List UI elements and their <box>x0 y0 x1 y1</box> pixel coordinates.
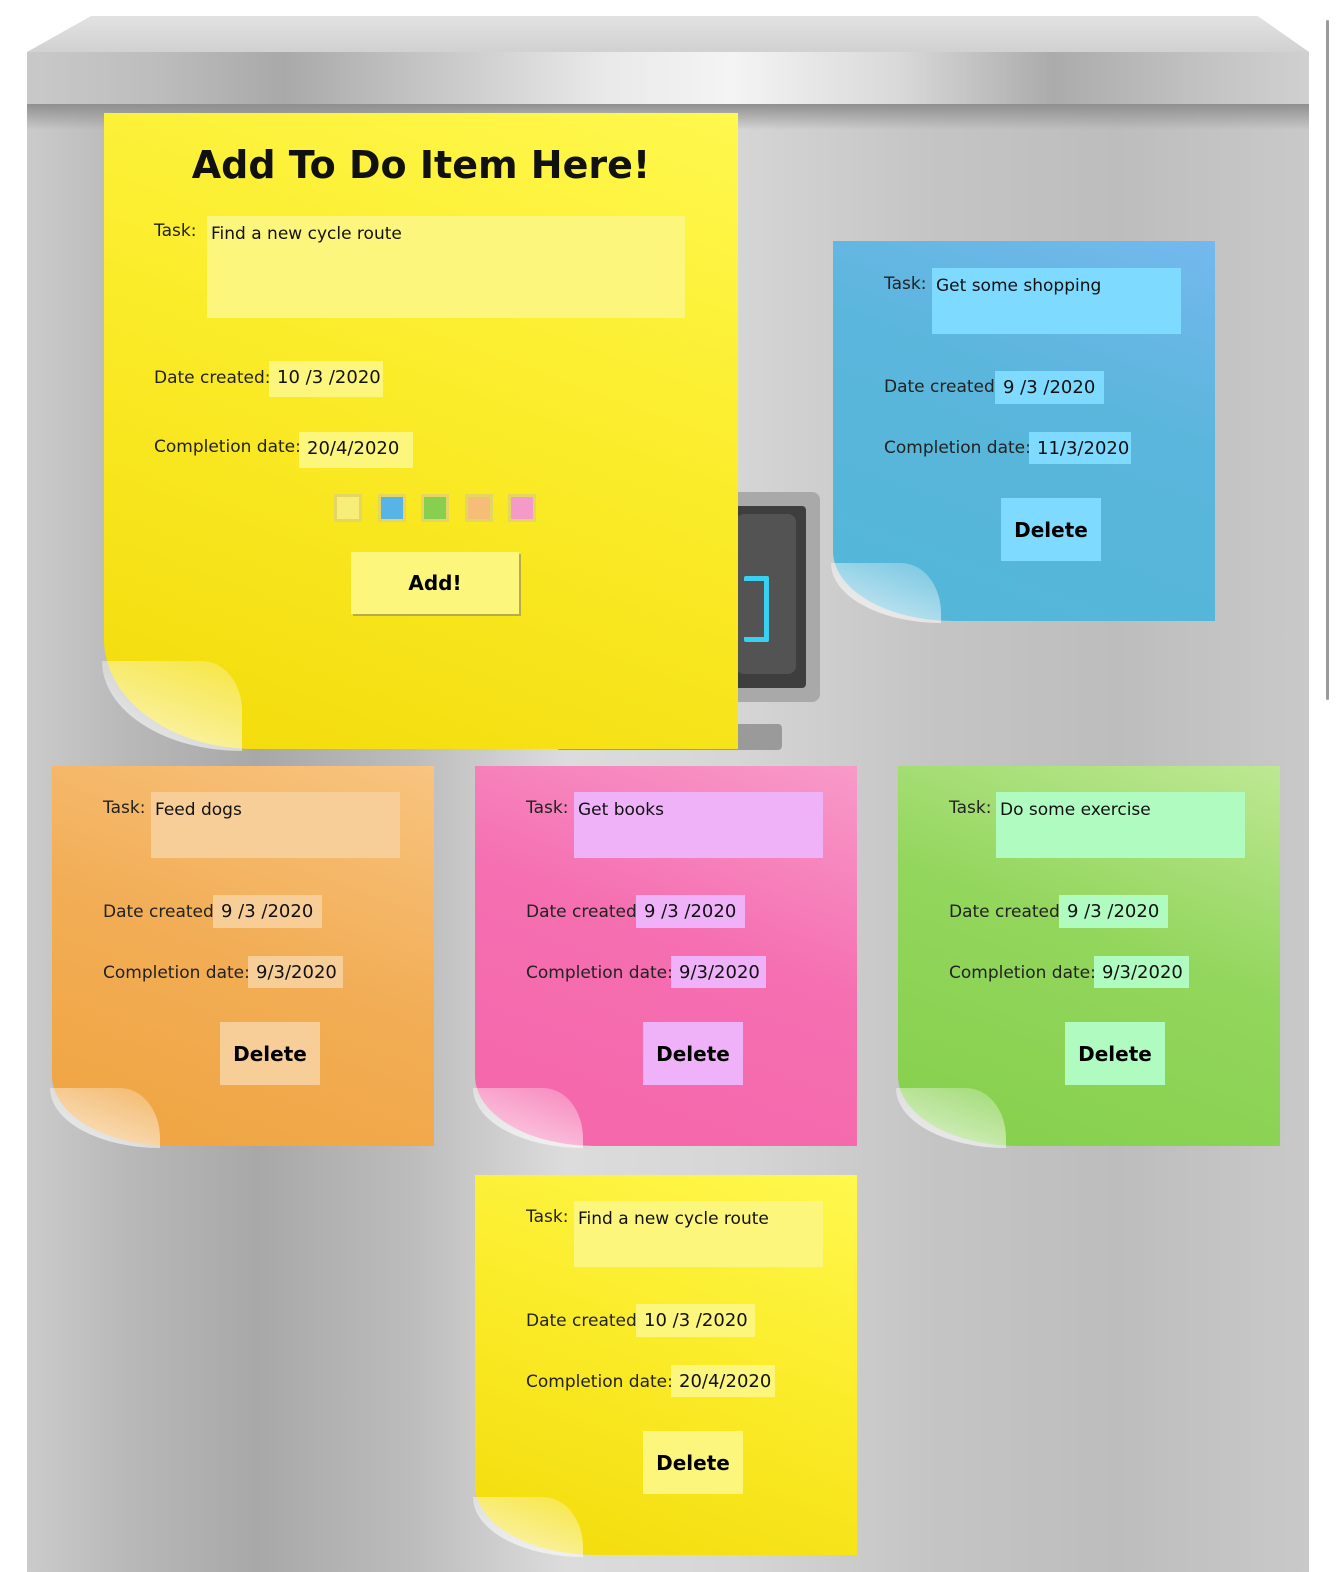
task-field[interactable]: Feed dogs <box>151 792 400 858</box>
task-input[interactable]: Find a new cycle route <box>207 216 685 318</box>
task-field[interactable]: Get books <box>574 792 823 858</box>
delete-button[interactable]: Delete <box>1001 498 1101 561</box>
scrollbar[interactable] <box>1326 20 1329 700</box>
completion-date-label: Completion date: <box>884 438 1031 458</box>
dispenser-display <box>730 506 806 688</box>
delete-button[interactable]: Delete <box>643 1431 743 1494</box>
date-created-field[interactable]: 10 /3 /2020 <box>636 1304 755 1337</box>
date-created-label: Date created: <box>103 902 220 922</box>
date-created-field[interactable]: 9 /3 /2020 <box>995 371 1104 404</box>
date-created-label: Date created: <box>154 368 271 388</box>
todo-note-green: Task: Do some exercise Date created: 9 /… <box>896 766 1280 1148</box>
date-created-label: Date created: <box>526 902 643 922</box>
completion-date-label: Completion date: <box>154 437 301 457</box>
todo-note-orange: Task: Feed dogs Date created: 9 /3 /2020… <box>50 766 434 1148</box>
color-swatch-yellow[interactable] <box>334 494 362 522</box>
color-swatch-blue[interactable] <box>378 494 406 522</box>
completion-date-field[interactable]: 9/3/2020 <box>1094 956 1189 988</box>
date-created-field[interactable]: 9 /3 /2020 <box>1059 895 1168 928</box>
add-button[interactable]: Add! <box>351 552 519 614</box>
completion-date-label: Completion date: <box>526 1372 673 1392</box>
date-created-field[interactable]: 9 /3 /2020 <box>636 895 745 928</box>
completion-date-field[interactable]: 9/3/2020 <box>248 956 343 988</box>
date-created-field[interactable]: 10 /3 /2020 <box>269 361 383 397</box>
completion-date-label: Completion date: <box>526 963 673 983</box>
todo-note-blue: Task: Get some shopping Date created: 9 … <box>831 241 1215 623</box>
color-swatch-pink[interactable] <box>508 494 536 522</box>
add-item-form: Add To Do Item Here! Task: Find a new cy… <box>102 113 738 751</box>
task-label: Task: <box>154 221 197 241</box>
form-title: Add To Do Item Here! <box>191 143 651 187</box>
completion-date-field[interactable]: 11/3/2020 <box>1029 432 1131 464</box>
date-created-field[interactable]: 9 /3 /2020 <box>213 895 322 928</box>
completion-date-field[interactable]: 9/3/2020 <box>671 956 766 988</box>
delete-button[interactable]: Delete <box>1065 1022 1165 1085</box>
color-swatch-orange[interactable] <box>465 494 493 522</box>
date-created-label: Date created: <box>526 1311 643 1331</box>
task-label: Task: <box>884 274 927 294</box>
completion-date-label: Completion date: <box>103 963 250 983</box>
task-label: Task: <box>526 1207 569 1227</box>
display-digit-icon <box>744 576 769 642</box>
todo-note-yellow: Task: Find a new cycle route Date create… <box>473 1175 857 1557</box>
fridge-rim <box>27 52 1309 108</box>
completion-date-field[interactable]: 20/4/2020 <box>671 1365 775 1397</box>
task-field[interactable]: Get some shopping <box>932 268 1181 334</box>
task-field[interactable]: Find a new cycle route <box>574 1201 823 1267</box>
task-label: Task: <box>526 798 569 818</box>
completion-date-field[interactable]: 20/4/2020 <box>299 432 413 468</box>
task-field[interactable]: Do some exercise <box>996 792 1245 858</box>
task-label: Task: <box>949 798 992 818</box>
completion-date-label: Completion date: <box>949 963 1096 983</box>
todo-note-pink: Task: Get books Date created: 9 /3 /2020… <box>473 766 857 1148</box>
delete-button[interactable]: Delete <box>220 1022 320 1085</box>
date-created-label: Date created: <box>884 377 1001 397</box>
task-label: Task: <box>103 798 146 818</box>
color-swatch-green[interactable] <box>421 494 449 522</box>
delete-button[interactable]: Delete <box>643 1022 743 1085</box>
fridge-top <box>27 16 1309 52</box>
date-created-label: Date created: <box>949 902 1066 922</box>
